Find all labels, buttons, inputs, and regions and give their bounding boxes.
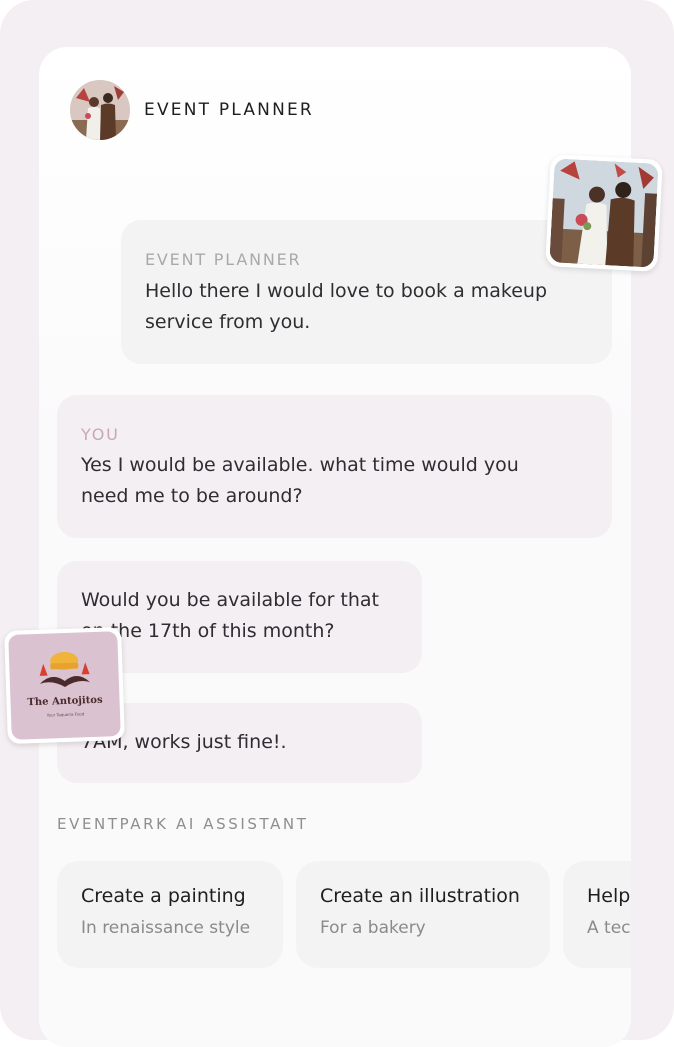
message-bubble-planner: EVENT PLANNER Hello there I would love t… — [121, 220, 612, 364]
message-line: Hello there I would love to book a makeu… — [145, 280, 548, 302]
antojitos-logo-badge: The Antojitos Your Taqueria Food — [8, 631, 121, 740]
logo-tagline: Your Taqueria Food — [46, 711, 85, 718]
wedding-photo[interactable] — [545, 154, 663, 272]
suggestion-subtitle: For a bakery — [320, 918, 426, 938]
couple-photo-avatar[interactable] — [70, 80, 130, 140]
chat-title: EVENT PLANNER — [144, 100, 314, 120]
message-line: Would you be available for that — [81, 589, 380, 611]
suggestions-carousel[interactable]: Create a painting In renaissance style C… — [57, 860, 631, 970]
chat-header: EVENT PLANNER — [70, 80, 314, 140]
suggestion-card[interactable]: Help A tec — [563, 861, 631, 968]
suggestion-subtitle: A tec — [587, 918, 631, 938]
message-line: Yes I would be available. what time woul… — [81, 454, 519, 476]
suggestion-card[interactable]: Create an illustration For a bakery — [296, 861, 550, 968]
message-bubble-you: YOU Yes I would be available. what time … — [57, 395, 612, 538]
wedding-photo-image — [549, 158, 659, 268]
suggestion-title: Create an illustration — [320, 885, 520, 907]
suggestion-subtitle: In renaissance style — [81, 918, 251, 938]
suggestion-card[interactable]: Create a painting In renaissance style — [57, 861, 283, 968]
logo-brand-text: The Antojitos — [27, 694, 103, 709]
antojitos-logo[interactable]: The Antojitos Your Taqueria Food — [4, 626, 125, 745]
sender-label: EVENT PLANNER — [145, 250, 302, 269]
suggestion-title: Create a painting — [81, 885, 246, 907]
suggestion-title: Help — [587, 885, 631, 907]
sender-label: YOU — [81, 425, 120, 444]
assistant-section-label: EVENTPARK AI ASSISTANT — [57, 815, 309, 833]
message-line: service from you. — [145, 311, 311, 333]
message-line: need me to be around? — [81, 485, 303, 507]
